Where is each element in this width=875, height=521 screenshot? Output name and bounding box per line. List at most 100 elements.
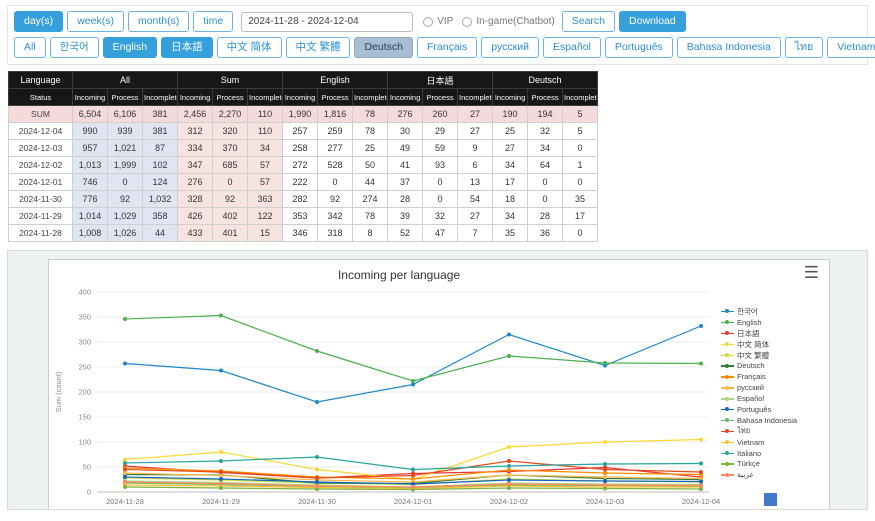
language-button[interactable]: Vietnam [827, 37, 875, 58]
legend-item[interactable]: Français [721, 371, 807, 382]
legend-item[interactable]: Vietnam [721, 437, 807, 448]
header-group: Sum [178, 72, 283, 89]
table-cell: 433 [178, 225, 213, 242]
vip-checkbox-label: VIP [437, 16, 453, 27]
language-button[interactable]: Español [543, 37, 601, 58]
table-cell: 370 [213, 140, 248, 157]
legend-item[interactable]: Italiano [721, 448, 807, 459]
language-button[interactable]: Bahasa Indonesia [677, 37, 781, 58]
legend-scroll-thumb[interactable] [764, 493, 777, 506]
legend-item[interactable]: Bahasa Indonesia [721, 415, 807, 426]
legend-item[interactable]: 한국어 [721, 306, 807, 317]
legend-item[interactable]: Türkçe [721, 458, 807, 469]
legend-marker-icon [721, 439, 734, 446]
table-cell: 312 [178, 123, 213, 140]
vip-checkbox[interactable]: VIP [423, 16, 453, 27]
table-cell: 2,456 [178, 106, 213, 123]
date-range-input[interactable] [241, 12, 413, 32]
legend-item[interactable]: 中文 简体 [721, 339, 807, 350]
table-cell: 17 [493, 174, 528, 191]
ingame-chatbot-checkbox-circle[interactable] [462, 17, 472, 27]
table-cell: 1,014 [73, 208, 108, 225]
table-cell: 9 [458, 140, 493, 157]
period-button-days[interactable]: day(s) [14, 11, 63, 32]
language-button[interactable]: русский [481, 37, 539, 58]
table-cell: 1 [563, 157, 598, 174]
header-subcolumn: Incomplete [143, 89, 178, 106]
table-cell: 1,013 [73, 157, 108, 174]
chart-menu-icon[interactable]: ☰ [804, 264, 819, 281]
legend-item[interactable]: 中文 繁體 [721, 350, 807, 361]
period-button-weeks[interactable]: week(s) [67, 11, 124, 32]
ingame-chatbot-checkbox-label: In-game(Chatbot) [476, 16, 554, 27]
language-button[interactable]: 中文 简体 [217, 37, 282, 58]
language-button[interactable]: 中文 繁體 [286, 37, 351, 58]
legend-item[interactable]: Español [721, 393, 807, 404]
table-cell: 776 [73, 191, 108, 208]
legend-label: Bahasa Indonesia [737, 416, 797, 425]
table-cell: 28 [528, 208, 563, 225]
table-cell: 320 [213, 123, 248, 140]
table-cell: 1,026 [108, 225, 143, 242]
legend-item[interactable]: 日本語 [721, 328, 807, 339]
table-cell: 52 [388, 225, 423, 242]
header-subcolumn: Incomplete [248, 89, 283, 106]
legend-marker-icon [721, 362, 734, 369]
language-button[interactable]: 한국어 [50, 37, 99, 58]
table-cell: 401 [213, 225, 248, 242]
language-button[interactable]: Français [417, 37, 477, 58]
search-button[interactable]: Search [562, 11, 615, 32]
table-cell: 15 [248, 225, 283, 242]
legend-item[interactable]: русский [721, 382, 807, 393]
table-cell: 34 [528, 140, 563, 157]
table-cell: 0 [108, 174, 143, 191]
language-button[interactable]: ไทย [785, 37, 823, 58]
ingame-chatbot-checkbox[interactable]: In-game(Chatbot) [462, 16, 554, 27]
language-button[interactable]: Deutsch [354, 37, 413, 58]
table-cell: 25 [493, 123, 528, 140]
table-cell: 1,021 [108, 140, 143, 157]
language-button[interactable]: English [103, 37, 157, 58]
table-cell: 78 [353, 123, 388, 140]
legend-label: ไทย [737, 425, 750, 437]
legend-marker-icon [721, 384, 734, 391]
header-subcolumn: Incoming [493, 89, 528, 106]
table-cell: 318 [318, 225, 353, 242]
svg-text:Sum (count): Sum (count) [54, 371, 63, 412]
row-label: SUM [9, 106, 73, 123]
language-button[interactable]: All [14, 37, 46, 58]
legend-item[interactable]: عربية [721, 469, 807, 480]
period-button-months[interactable]: month(s) [128, 11, 189, 32]
table-cell: 5 [563, 106, 598, 123]
legend-marker-icon [721, 428, 734, 435]
header-subcolumn: Incomplete [563, 89, 598, 106]
table-cell: 110 [248, 106, 283, 123]
table-cell: 93 [423, 157, 458, 174]
period-button-time[interactable]: time [193, 11, 233, 32]
header-group: 日本語 [388, 72, 493, 89]
legend-item[interactable]: English [721, 317, 807, 328]
table-cell: 39 [388, 208, 423, 225]
table-cell: 6 [458, 157, 493, 174]
table-cell: 259 [318, 123, 353, 140]
legend-item[interactable]: Deutsch [721, 360, 807, 371]
table-cell: 92 [213, 191, 248, 208]
table-cell: 353 [283, 208, 318, 225]
legend-marker-icon [721, 319, 734, 326]
table-cell: 2,270 [213, 106, 248, 123]
table-cell: 260 [423, 106, 458, 123]
table-cell: 25 [353, 140, 388, 157]
table-cell: 102 [143, 157, 178, 174]
header-language: Language [9, 72, 73, 89]
legend-item[interactable]: Português [721, 404, 807, 415]
language-button[interactable]: Português [605, 37, 673, 58]
table-cell: 363 [248, 191, 283, 208]
language-button[interactable]: 日本語 [161, 37, 213, 58]
table-cell: 347 [178, 157, 213, 174]
legend-item[interactable]: ไทย [721, 426, 807, 437]
header-group: Deutsch [493, 72, 598, 89]
download-button[interactable]: Download [619, 11, 686, 32]
vip-checkbox-circle[interactable] [423, 17, 433, 27]
table-cell: 276 [178, 174, 213, 191]
table-cell: 18 [493, 191, 528, 208]
